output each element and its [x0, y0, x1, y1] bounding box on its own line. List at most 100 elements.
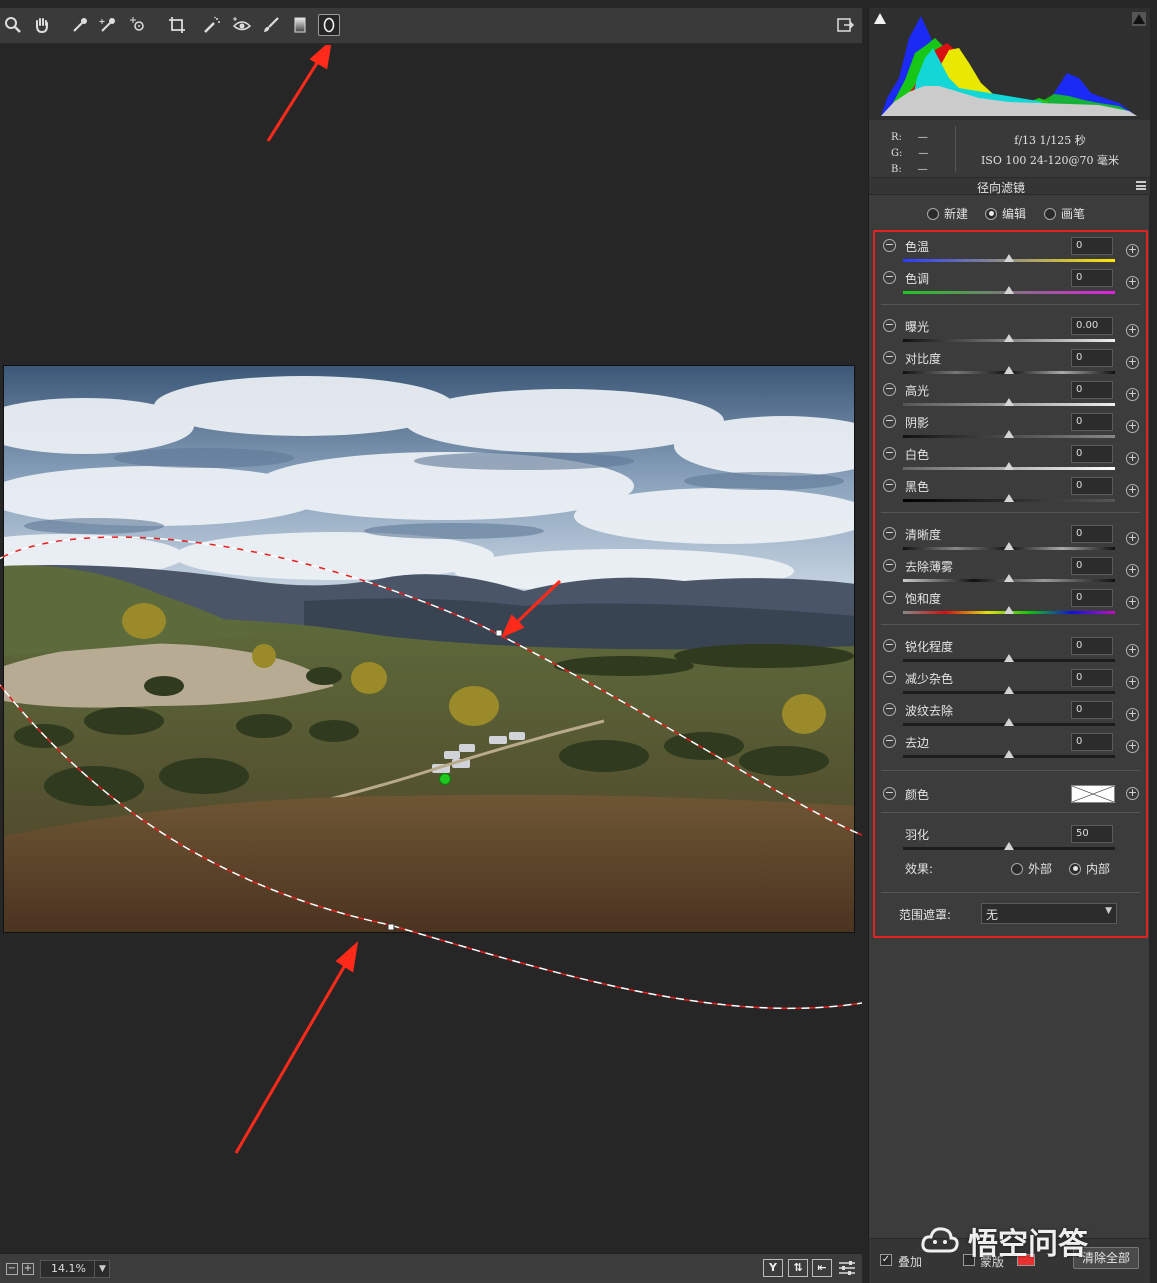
slider-thumb[interactable] [1004, 398, 1014, 406]
slider-value-field[interactable]: 0 [1071, 701, 1113, 719]
plus-icon[interactable]: + [1126, 787, 1139, 800]
graduated-filter-icon[interactable] [289, 14, 311, 36]
before-after-view-button[interactable]: Y [763, 1259, 783, 1277]
minus-icon[interactable]: − [883, 559, 896, 572]
plus-icon[interactable]: + [1126, 644, 1139, 657]
slider-value-field[interactable]: 0 [1071, 445, 1113, 463]
slider-thumb[interactable] [1004, 574, 1014, 582]
slider-thumb[interactable] [1004, 366, 1014, 374]
minus-icon[interactable]: − [883, 239, 896, 252]
swap-settings-button[interactable]: ⇅ [788, 1259, 808, 1277]
target-adjustment-icon[interactable] [127, 14, 149, 36]
plus-icon[interactable]: + [1126, 708, 1139, 721]
effect-inside[interactable]: 内部 [1069, 860, 1110, 877]
radio-icon[interactable] [1044, 207, 1056, 220]
minus-icon[interactable]: − [883, 787, 896, 800]
minus-icon[interactable]: − [883, 671, 896, 684]
slider-thumb[interactable] [1004, 286, 1014, 294]
radio-selected-icon[interactable] [985, 207, 997, 220]
slider-thumb[interactable] [1004, 750, 1014, 758]
copy-settings-button[interactable]: ⇤ [812, 1259, 832, 1277]
minus-icon[interactable]: − [883, 447, 896, 460]
minus-icon[interactable]: − [883, 527, 896, 540]
slider-value-field[interactable]: 0 [1071, 381, 1113, 399]
adjustment-brush-icon[interactable] [260, 14, 282, 36]
plus-icon[interactable]: + [1126, 564, 1139, 577]
plus-icon[interactable]: + [1126, 388, 1139, 401]
minus-icon[interactable]: − [883, 639, 896, 652]
slider-thumb[interactable] [1004, 462, 1014, 470]
minus-icon[interactable]: − [883, 735, 896, 748]
minus-icon[interactable]: − [883, 351, 896, 364]
radial-filter-icon[interactable] [318, 14, 340, 36]
spot-removal-icon[interactable] [201, 14, 223, 36]
effect-outside[interactable]: 外部 [1011, 860, 1052, 877]
plus-icon[interactable]: + [1126, 420, 1139, 433]
plus-icon[interactable]: + [1126, 356, 1139, 369]
slider-value-field[interactable]: 0 [1071, 733, 1113, 751]
color-sampler-icon[interactable] [97, 14, 119, 36]
radio-icon[interactable] [927, 207, 939, 220]
zoom-in-button[interactable]: + [22, 1263, 34, 1275]
slider-thumb[interactable] [1004, 606, 1014, 614]
slider-thumb[interactable] [1004, 654, 1014, 662]
zoom-icon[interactable] [2, 14, 24, 36]
slider-value-field[interactable]: 0.00 [1071, 317, 1113, 335]
slider-thumb[interactable] [1004, 430, 1014, 438]
plus-icon[interactable]: + [1126, 532, 1139, 545]
image-canvas[interactable] [0, 45, 862, 1253]
slider-value-field[interactable]: 0 [1071, 349, 1113, 367]
slider-row-sharpness: − 锐化程度 0 + [875, 634, 1146, 666]
slider-value-field[interactable]: 0 [1071, 557, 1113, 575]
mode-brush[interactable]: 画笔 [1044, 205, 1085, 222]
minus-icon[interactable]: − [883, 703, 896, 716]
radio-icon[interactable] [1011, 862, 1023, 875]
panel-menu-icon[interactable] [1136, 181, 1146, 190]
slider-value-field[interactable]: 0 [1071, 477, 1113, 495]
plus-icon[interactable]: + [1126, 324, 1139, 337]
plus-icon[interactable]: + [1126, 740, 1139, 753]
plus-icon[interactable]: + [1126, 452, 1139, 465]
plus-icon[interactable]: + [1126, 484, 1139, 497]
slider-value-field[interactable]: 0 [1071, 269, 1113, 287]
slider-value-field[interactable]: 0 [1071, 525, 1113, 543]
slider-value-field[interactable]: 0 [1071, 669, 1113, 687]
plus-icon[interactable]: + [1126, 596, 1139, 609]
red-eye-icon[interactable] [231, 14, 253, 36]
slider-value-field[interactable]: 0 [1071, 237, 1113, 255]
slider-thumb[interactable] [1004, 334, 1014, 342]
slider-thumb[interactable] [1004, 686, 1014, 694]
range-mask-select[interactable]: 无 ▼ [981, 903, 1117, 924]
radio-selected-icon[interactable] [1069, 862, 1081, 875]
slider-value-field[interactable]: 0 [1071, 637, 1113, 655]
hand-icon[interactable] [31, 14, 53, 36]
white-balance-eyedropper-icon[interactable] [69, 14, 91, 36]
slider-value-field[interactable]: 0 [1071, 413, 1113, 431]
mode-new[interactable]: 新建 [927, 205, 968, 222]
overlay-checkbox[interactable]: ✓ [880, 1254, 892, 1266]
minus-icon[interactable]: − [883, 591, 896, 604]
slider-thumb[interactable] [1004, 254, 1014, 262]
minus-icon[interactable]: − [883, 479, 896, 492]
minus-icon[interactable]: − [883, 383, 896, 396]
feather-field[interactable]: 50 [1071, 825, 1113, 843]
slider-thumb[interactable] [1004, 542, 1014, 550]
minus-icon[interactable]: − [883, 271, 896, 284]
slider-thumb[interactable] [1004, 718, 1014, 726]
slider-value-field[interactable]: 0 [1071, 589, 1113, 607]
color-swatch[interactable] [1071, 785, 1115, 803]
chevron-down-icon[interactable]: ▼ [94, 1260, 110, 1278]
landscape-photo[interactable] [3, 365, 855, 933]
sliders-icon[interactable] [838, 1260, 856, 1276]
minus-icon[interactable]: − [883, 415, 896, 428]
zoom-out-button[interactable]: − [6, 1263, 18, 1275]
crop-straighten-icon[interactable] [166, 14, 188, 36]
mode-edit[interactable]: 编辑 [985, 205, 1026, 222]
plus-icon[interactable]: + [1126, 276, 1139, 289]
minus-icon[interactable]: − [883, 319, 896, 332]
plus-icon[interactable]: + [1126, 244, 1139, 257]
plus-icon[interactable]: + [1126, 676, 1139, 689]
slider-thumb[interactable] [1004, 494, 1014, 502]
open-preferences-icon[interactable] [834, 14, 856, 36]
feather-thumb[interactable] [1004, 842, 1014, 850]
